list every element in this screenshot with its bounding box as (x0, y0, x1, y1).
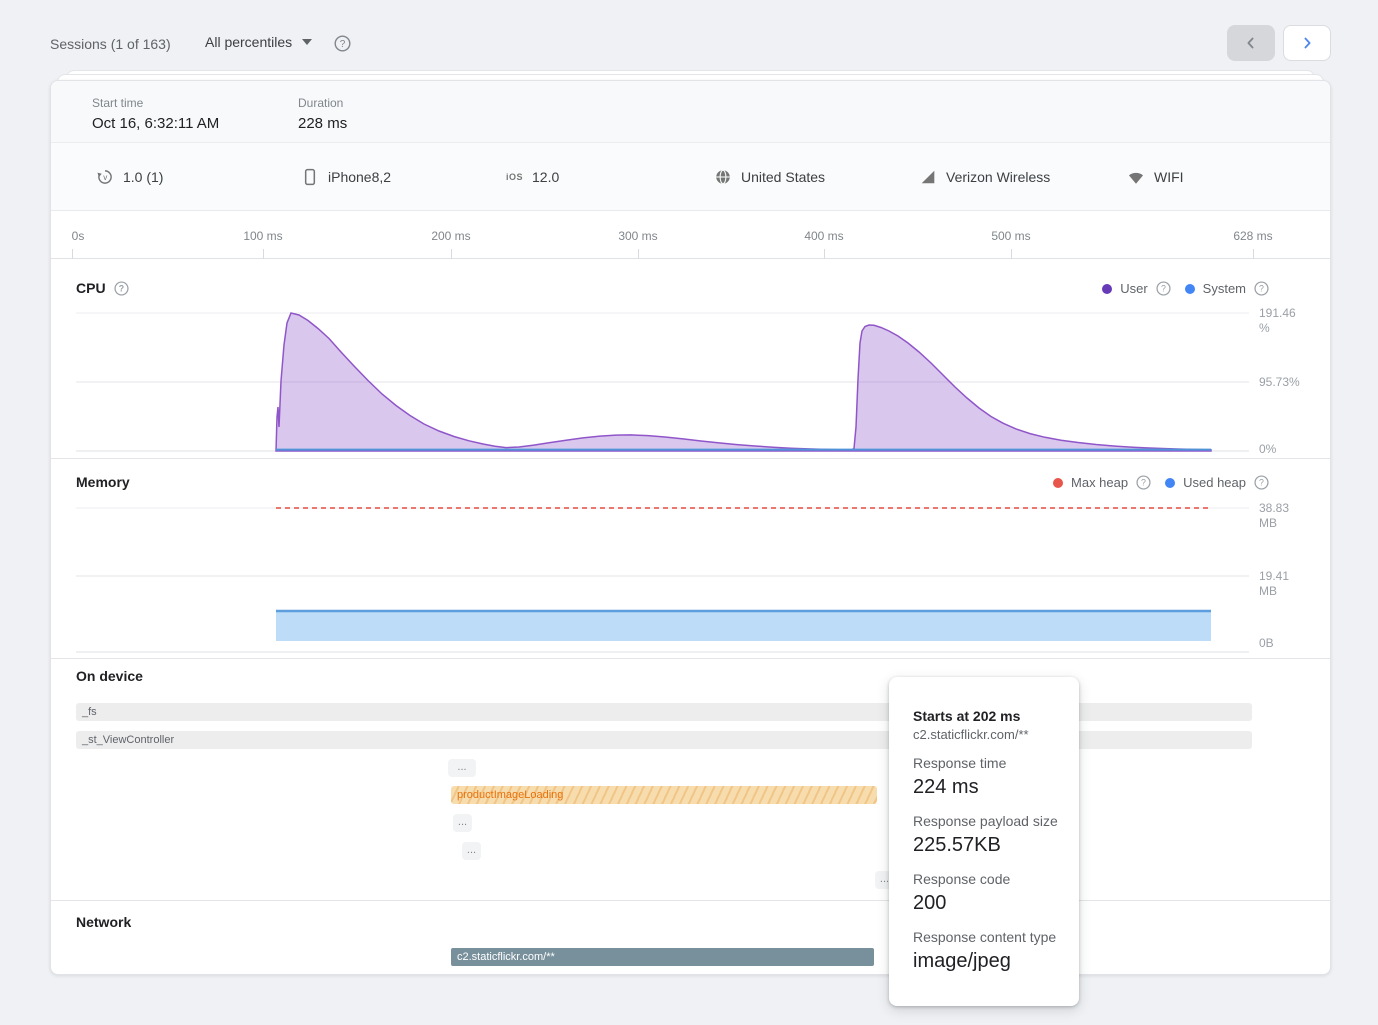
section-divider (51, 900, 1330, 901)
trace-bar-product-image-loading[interactable]: productImageLoading (451, 786, 877, 804)
tooltip-start-time: Starts at 202 ms (913, 708, 1061, 724)
timeline-tick-label: 628 ms (1233, 229, 1272, 243)
tooltip-field-label: Response time (913, 755, 1061, 771)
chevron-down-icon (302, 39, 312, 45)
network-type-item: WIFI (1127, 143, 1184, 211)
memory-axis-label: 19.41 (1259, 569, 1289, 583)
timeline-tick-label: 0s (72, 229, 85, 243)
tooltip-field-value: image/jpeg (913, 950, 1061, 973)
timeline-tick (1253, 249, 1254, 259)
duration-value: 228 ms (298, 115, 347, 132)
cpu-chart[interactable] (51, 259, 1332, 459)
device-model-value: iPhone8,2 (328, 169, 391, 185)
timeline-tick-label: 400 ms (804, 229, 843, 243)
network-title-text: Network (76, 914, 131, 930)
percentiles-dropdown-label: All percentiles (205, 34, 292, 50)
sessions-count-label: Sessions (1 of 163) (50, 36, 171, 52)
carrier-item: Verizon Wireless (919, 143, 1050, 211)
collapsed-traces-chip[interactable]: ... (448, 759, 476, 777)
app-version-value: 1.0 (1) (123, 169, 163, 185)
duration-label: Duration (298, 96, 347, 110)
chevron-left-icon (1244, 36, 1258, 50)
percentiles-dropdown[interactable]: All percentiles (205, 34, 312, 50)
timeline-tick-label: 200 ms (431, 229, 470, 243)
tooltip-field-value: 200 (913, 892, 1061, 915)
globe-icon (714, 168, 732, 186)
timeline-tick (451, 249, 452, 259)
device-info-band: v 1.0 (1) iPhone8,2 iOS 12.0 (51, 143, 1330, 211)
duration-field: Duration 228 ms (298, 96, 347, 132)
collapsed-traces-chip[interactable]: ... (462, 842, 481, 860)
collapsed-traces-chip[interactable]: ... (453, 814, 472, 832)
cpu-axis-label: 0% (1259, 442, 1276, 456)
timeline-tick-label: 100 ms (243, 229, 282, 243)
start-time-field: Start time Oct 16, 6:32:11 AM (92, 96, 219, 132)
timeline-tick-label: 500 ms (991, 229, 1030, 243)
cpu-axis-label: 95.73% (1259, 375, 1300, 389)
session-summary-band: Start time Oct 16, 6:32:11 AM Duration 2… (51, 81, 1330, 143)
timeline-ruler[interactable]: 0s 100 ms 200 ms 300 ms 400 ms 500 ms 62… (51, 211, 1330, 259)
section-divider (51, 658, 1330, 659)
memory-axis-label: 38.83 (1259, 501, 1289, 515)
memory-axis-label: 0B (1259, 636, 1274, 650)
network-request-tooltip: Starts at 202 ms c2.staticflickr.com/** … (889, 677, 1079, 1006)
start-time-value: Oct 16, 6:32:11 AM (92, 115, 219, 132)
app-version-icon: v (96, 168, 114, 186)
phone-icon (301, 168, 319, 186)
sessions-help-icon[interactable]: ? (334, 35, 351, 52)
tooltip-host: c2.staticflickr.com/** (913, 727, 1061, 742)
ios-icon: iOS (506, 172, 523, 182)
firebase-performance-session-page: Sessions (1 of 163) All percentiles ? St… (0, 0, 1378, 1025)
signal-strength-icon (919, 168, 937, 186)
wifi-icon (1127, 168, 1145, 186)
timeline-tick (263, 249, 264, 259)
carrier-value: Verizon Wireless (946, 169, 1050, 185)
on-device-title-text: On device (76, 668, 143, 684)
tooltip-field-label: Response content type (913, 929, 1061, 945)
memory-axis-label: MB (1259, 516, 1277, 530)
timeline-tick (1011, 249, 1012, 259)
timeline-tick (824, 249, 825, 259)
country-value: United States (741, 169, 825, 185)
memory-axis-label: MB (1259, 584, 1277, 598)
start-time-label: Start time (92, 96, 219, 110)
session-detail-card: Start time Oct 16, 6:32:11 AM Duration 2… (50, 80, 1331, 975)
os-version-item: iOS 12.0 (506, 143, 559, 211)
svg-text:?: ? (340, 39, 346, 50)
on-device-section-title: On device (76, 668, 143, 684)
timeline-tick (72, 249, 73, 259)
cpu-axis-label: 191.46 (1259, 306, 1296, 320)
memory-used-heap-area (276, 611, 1211, 641)
tooltip-field-label: Response payload size (913, 813, 1061, 829)
network-type-value: WIFI (1154, 169, 1184, 185)
network-request-bar[interactable]: c2.staticflickr.com/** (451, 948, 874, 966)
tooltip-field-value: 225.57KB (913, 834, 1061, 857)
cpu-axis-label: % (1259, 321, 1270, 335)
chevron-right-icon (1300, 36, 1314, 50)
memory-chart[interactable] (51, 459, 1332, 659)
tooltip-field-value: 224 ms (913, 776, 1061, 799)
device-model-item: iPhone8,2 (301, 143, 391, 211)
timeline-tick (638, 249, 639, 259)
tooltip-field-label: Response code (913, 871, 1061, 887)
country-item: United States (714, 143, 825, 211)
svg-text:v: v (103, 173, 108, 182)
network-section-title: Network (76, 914, 131, 930)
os-version-value: 12.0 (532, 169, 559, 185)
next-session-button[interactable] (1283, 25, 1331, 61)
previous-session-button[interactable] (1227, 25, 1275, 61)
app-version-item: v 1.0 (1) (96, 143, 163, 211)
timeline-tick-label: 300 ms (618, 229, 657, 243)
